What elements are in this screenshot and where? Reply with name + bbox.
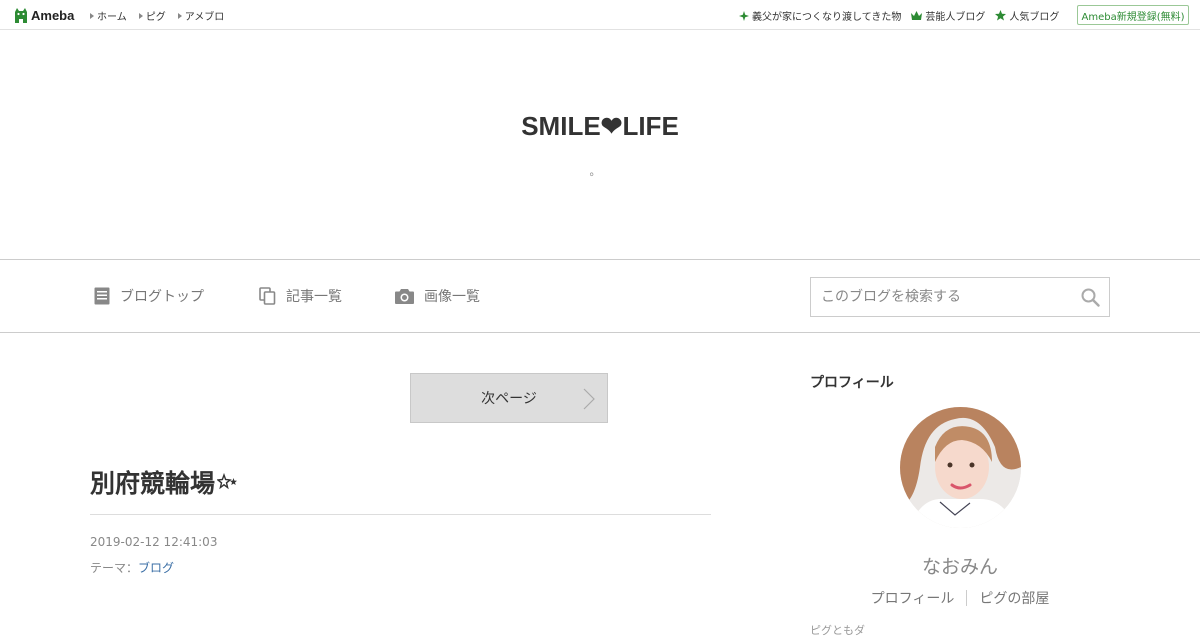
popular-blog-link[interactable]: 人気ブログ <box>995 8 1059 23</box>
signup-button[interactable]: Ameba新規登録(無料) <box>1077 5 1189 25</box>
search-icon[interactable] <box>1081 288 1100 307</box>
logo-text: Ameba <box>31 7 75 23</box>
nav-ameblo-label: アメブロ <box>184 12 225 23</box>
popular-blog-label: 人気ブログ <box>1009 12 1060 23</box>
entry-date: 2019-02-12 12:41:03 <box>90 535 218 549</box>
profile-heading: プロフィール <box>810 375 894 391</box>
blog-title[interactable]: SMILE❤LIFE <box>0 111 1200 142</box>
featured-article-link[interactable]: 義父が家につくなり渡してきた物 <box>739 8 901 23</box>
pigg-room-link[interactable]: ピグの部屋 <box>979 588 1049 608</box>
nav-home-link[interactable]: ホーム <box>90 8 127 23</box>
entry-title[interactable]: 別府競輪場 <box>90 464 215 500</box>
nav-ameblo-link[interactable]: アメブロ <box>177 8 225 23</box>
arrow-right-icon <box>90 12 94 19</box>
ameba-logo[interactable]: Ameba <box>14 6 74 24</box>
camera-icon <box>395 289 414 304</box>
theme-label: テーマ： <box>90 561 139 575</box>
profile-links: プロフィール ピグの部屋 <box>810 588 1110 608</box>
article-list-label: 記事一覧 <box>286 289 342 305</box>
global-header: Ameba ホーム ピグ アメブロ 義父が家につくなり渡してきた物 芸能人ブログ… <box>0 0 1200 30</box>
blog-search <box>810 277 1110 317</box>
celebrity-blog-label: 芸能人ブログ <box>925 12 986 23</box>
article-list-link[interactable]: 記事一覧 <box>259 286 342 306</box>
image-list-label: 画像一覧 <box>424 289 480 305</box>
blog-nav: ブログトップ 記事一覧 画像一覧 <box>0 259 1200 333</box>
sparkle-emoji-icon <box>217 473 238 490</box>
sparkle-icon <box>739 10 749 21</box>
next-page-button[interactable]: 次ページ <box>410 373 608 423</box>
arrow-right-icon <box>177 12 182 19</box>
pigg-friends-heading: ピグともダ <box>810 624 865 637</box>
nav-pigg-link[interactable]: ピグ <box>138 8 166 23</box>
chevron-right-icon <box>583 388 595 410</box>
search-input[interactable] <box>811 278 1061 316</box>
document-icon <box>94 287 110 305</box>
celebrity-blog-link[interactable]: 芸能人ブログ <box>911 8 985 23</box>
featured-links: 義父が家につくなり渡してきた物 芸能人ブログ 人気ブログ <box>739 8 1059 23</box>
next-page-label: 次ページ <box>481 391 537 407</box>
global-nav: ホーム ピグ アメブロ <box>90 8 224 23</box>
theme-link[interactable]: ブログ <box>138 561 174 575</box>
avatar-image <box>900 407 1021 528</box>
ameba-logo-icon <box>15 8 27 23</box>
image-list-link[interactable]: 画像一覧 <box>395 286 480 306</box>
arrow-right-icon <box>138 12 143 19</box>
crown-icon <box>911 11 923 20</box>
star-icon <box>995 10 1007 21</box>
entry-theme: テーマ：ブログ <box>90 559 174 576</box>
blog-top-link[interactable]: ブログトップ <box>94 286 204 306</box>
entry-title-wrapper: 別府競輪場 <box>90 464 239 500</box>
nav-pigg-label: ピグ <box>145 12 166 23</box>
featured-article-label: 義父が家につくなり渡してきた物 <box>752 12 902 23</box>
avatar[interactable] <box>900 407 1021 528</box>
blog-top-label: ブログトップ <box>120 289 204 305</box>
blog-description: 。 <box>589 165 601 178</box>
nav-home-label: ホーム <box>97 12 127 23</box>
entry-divider <box>90 514 711 515</box>
copy-icon <box>259 287 276 305</box>
divider <box>966 590 968 606</box>
profile-link[interactable]: プロフィール <box>871 588 955 608</box>
blog-header: SMILE❤LIFE 。 <box>0 30 1200 260</box>
profile-name: なおみん <box>921 556 998 578</box>
